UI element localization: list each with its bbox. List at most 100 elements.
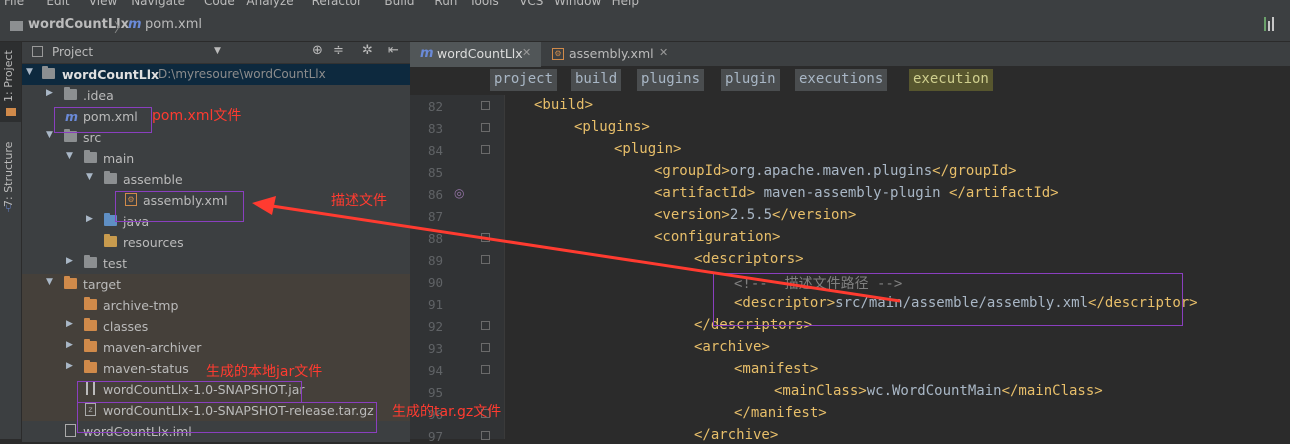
menu-item[interactable]: Edit xyxy=(46,0,69,8)
fold-marker-icon[interactable] xyxy=(481,145,490,154)
tree-node-main[interactable]: ▼ main xyxy=(22,148,410,169)
xml-breadcrumbs: project build plugins plugin executions … xyxy=(410,67,1290,95)
menu-item[interactable]: Window xyxy=(554,0,601,8)
code-token: </artifactId> xyxy=(949,185,1059,201)
code-line[interactable]: </manifest> xyxy=(734,405,827,421)
fold-marker-icon[interactable] xyxy=(481,321,490,330)
highlight-box-jar xyxy=(77,381,302,403)
menu-item[interactable]: Run xyxy=(434,0,457,8)
fold-marker-icon[interactable] xyxy=(481,255,490,264)
project-view-selector[interactable]: Project xyxy=(52,45,93,59)
nav-file-link[interactable]: pom.xml xyxy=(145,17,202,32)
breadcrumb-build[interactable]: build xyxy=(571,69,622,91)
tree-label: target xyxy=(83,277,122,292)
close-icon[interactable]: ✕ xyxy=(659,46,668,59)
code-line[interactable]: <build> xyxy=(534,97,593,113)
tree-node-classes[interactable]: ▶ classes xyxy=(22,316,410,337)
fold-marker-icon[interactable] xyxy=(481,101,490,110)
code-line[interactable]: <manifest> xyxy=(734,361,818,377)
code-line[interactable]: <groupId>org.apache.maven.plugins</group… xyxy=(654,163,1016,179)
view-dropdown-icon[interactable]: ▼ xyxy=(214,46,221,56)
code-line[interactable]: <plugin> xyxy=(614,141,681,157)
collapsed-arrow-icon[interactable]: ▶ xyxy=(66,256,73,266)
right-toolbar-icon[interactable] xyxy=(1262,17,1278,33)
iml-file-icon xyxy=(65,424,76,437)
line-number: 91 xyxy=(427,297,443,312)
tree-node-target[interactable]: ▼ target xyxy=(22,274,410,295)
menu-item[interactable]: File xyxy=(4,0,24,8)
maven-icon: m xyxy=(128,17,142,32)
tree-label: classes xyxy=(103,319,149,334)
menu-item[interactable]: Analyze xyxy=(246,0,293,8)
close-icon[interactable]: ✕ xyxy=(522,46,531,59)
breadcrumb-execution[interactable]: execution xyxy=(909,69,993,91)
code-token: <artifactId> xyxy=(654,185,756,201)
excluded-folder-icon xyxy=(84,297,97,310)
menu-item[interactable]: Code xyxy=(204,0,235,8)
menu-item[interactable]: Navigate xyxy=(131,0,185,8)
collapsed-arrow-icon[interactable]: ▶ xyxy=(46,88,53,98)
collapsed-arrow-icon[interactable]: ▶ xyxy=(66,319,73,329)
fold-marker-icon[interactable] xyxy=(481,123,490,132)
project-toolwindow-icon xyxy=(6,108,16,116)
code-line[interactable]: <plugins> xyxy=(574,119,650,135)
breadcrumb-plugin[interactable]: plugin xyxy=(721,69,780,91)
tree-node-archive-tmp[interactable]: archive-tmp xyxy=(22,295,410,316)
fold-marker-icon[interactable] xyxy=(481,343,490,352)
fold-marker-icon[interactable] xyxy=(481,365,490,374)
collapse-all-icon[interactable]: ≑ xyxy=(333,43,344,58)
expanded-arrow-icon[interactable]: ▼ xyxy=(86,172,93,182)
scroll-from-source-icon[interactable]: ⊕ xyxy=(312,43,323,58)
line-number: 94 xyxy=(427,363,443,378)
code-line[interactable]: <archive> xyxy=(694,339,770,355)
settings-gear-icon[interactable]: ✲ xyxy=(362,43,373,58)
project-toolwindow-label[interactable]: 1: Project xyxy=(2,46,20,106)
code-line[interactable]: <mainClass>wc.WordCountMain</mainClass> xyxy=(774,383,1103,399)
collapsed-arrow-icon[interactable]: ▶ xyxy=(66,361,73,371)
fold-marker-icon[interactable] xyxy=(481,233,490,242)
code-token: org.apache.maven.plugins xyxy=(729,163,933,179)
editor-tab-bar: m wordCountLlx ✕ ⚙ assembly.xml ✕ xyxy=(410,42,1290,67)
xml-file-icon: ⚙ xyxy=(552,48,564,60)
override-gutter-icon[interactable]: ◎ xyxy=(454,186,464,200)
code-token: </archive> xyxy=(694,427,779,443)
tree-node-root[interactable]: ▼ wordCountLlx D:\myresoure\wordCountLlx xyxy=(22,64,410,85)
breadcrumb-plugins[interactable]: plugins xyxy=(637,69,705,91)
code-line[interactable]: <artifactId> maven-assembly-plugin </art… xyxy=(654,185,1059,201)
menu-item[interactable]: Refactor xyxy=(312,0,362,8)
expanded-arrow-icon[interactable]: ▼ xyxy=(46,130,53,140)
code-token: <manifest> xyxy=(734,361,819,377)
menu-item[interactable]: Build xyxy=(384,0,414,8)
code-token: wc.WordCountMain xyxy=(866,383,1002,399)
code-token: </mainClass> xyxy=(1001,383,1103,399)
code-line[interactable]: </archive> xyxy=(694,427,778,443)
highlight-box-targz xyxy=(77,402,377,433)
code-line[interactable]: <version>2.5.5</version> xyxy=(654,207,856,223)
breadcrumb-executions[interactable]: executions xyxy=(795,69,888,91)
tree-node-assemble[interactable]: ▼ assemble xyxy=(22,169,410,190)
expanded-arrow-icon[interactable]: ▼ xyxy=(66,151,73,161)
code-token: <archive> xyxy=(694,339,770,355)
expanded-arrow-icon[interactable]: ▼ xyxy=(46,277,53,287)
expanded-arrow-icon[interactable]: ▼ xyxy=(26,67,33,77)
menu-item[interactable]: Tools xyxy=(469,0,499,8)
menu-item[interactable]: VCS xyxy=(519,0,543,8)
code-line[interactable]: <configuration> xyxy=(654,229,780,245)
tab-pom[interactable]: m wordCountLlx ✕ xyxy=(410,42,541,67)
code-line[interactable]: <descriptors> xyxy=(694,251,804,267)
hide-panel-icon[interactable]: ⇤ xyxy=(388,43,399,58)
tree-node-resources[interactable]: resources xyxy=(22,232,410,253)
line-number: 89 xyxy=(427,253,443,268)
tree-node-test[interactable]: ▶ test xyxy=(22,253,410,274)
collapsed-arrow-icon[interactable]: ▶ xyxy=(86,214,93,224)
line-number: 83 xyxy=(427,121,443,136)
menu-item[interactable]: Help xyxy=(612,0,639,8)
breadcrumb-project[interactable]: project xyxy=(490,69,558,91)
tab-assembly[interactable]: ⚙ assembly.xml ✕ xyxy=(544,42,679,67)
nav-separator: 〉 xyxy=(114,21,128,36)
folder-icon xyxy=(104,171,117,184)
collapsed-arrow-icon[interactable]: ▶ xyxy=(66,340,73,350)
tree-node-maven-archiver[interactable]: ▶ maven-archiver xyxy=(22,337,410,358)
menu-item[interactable]: View xyxy=(89,0,117,8)
tree-node-idea[interactable]: ▶ .idea xyxy=(22,85,410,106)
